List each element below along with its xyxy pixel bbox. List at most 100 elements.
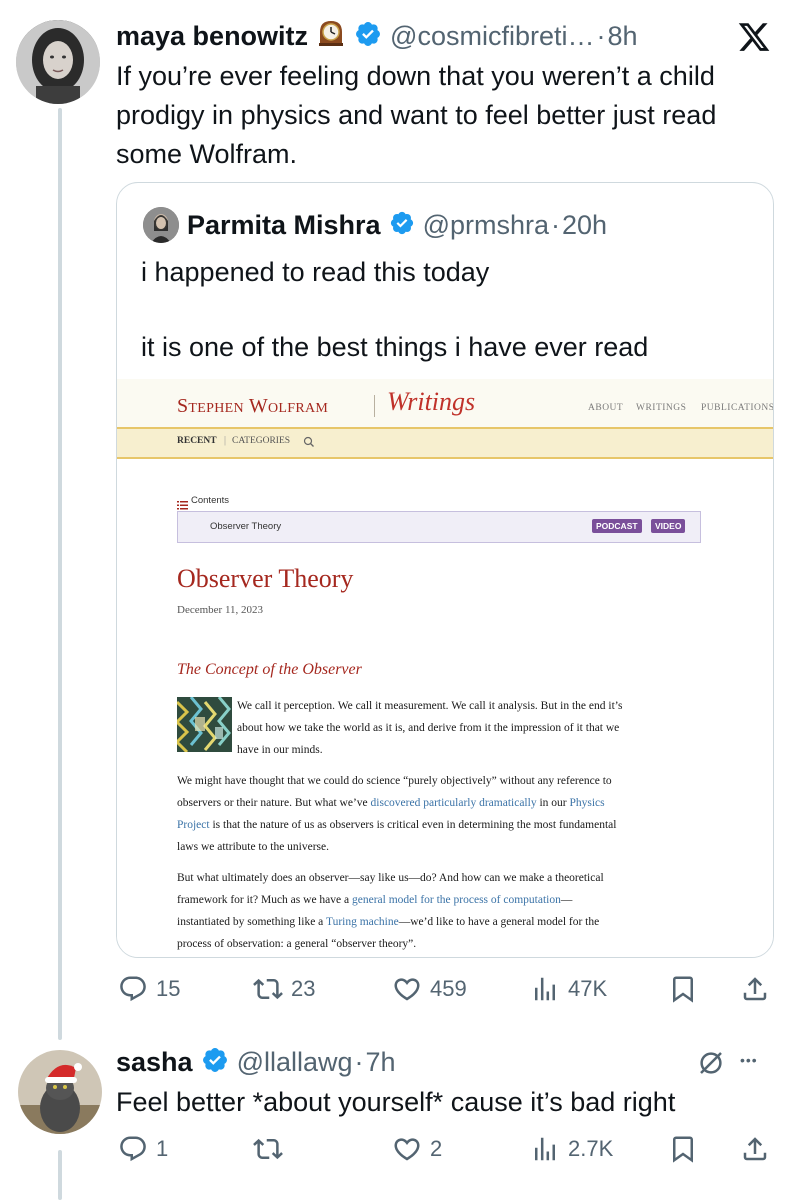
- subnav-divider: |: [224, 435, 227, 446]
- paragraph-1-line-1: We call it perception. We call it measur…: [237, 700, 623, 712]
- paragraph-2-line-2: observers or their nature. But what we’v…: [177, 793, 605, 815]
- contents-label[interactable]: Contents: [191, 495, 229, 506]
- views-button[interactable]: 47K: [530, 974, 607, 1004]
- reply-author-name[interactable]: sasha: [116, 1047, 193, 1078]
- p2-text-b: in our: [536, 797, 570, 809]
- reply-retweet-button[interactable]: [253, 1134, 291, 1164]
- paragraph-3-line-1: But what ultimately does an observer—say…: [177, 872, 604, 884]
- p3-text-b: —: [560, 894, 573, 906]
- reply-reply-count: 1: [156, 1136, 169, 1161]
- article-title: Observer Theory: [177, 564, 354, 593]
- wolfram-site-header: Stephen Wolfram Writings About Writings …: [117, 379, 773, 427]
- reply-header: sasha @llallawg · 7h: [116, 1042, 396, 1082]
- physics-link[interactable]: Physics: [569, 797, 604, 809]
- dot-separator: ·: [551, 209, 561, 240]
- paragraph-3-line-4: process of observation: a general “obser…: [177, 938, 417, 950]
- quote-avatar[interactable]: [143, 207, 179, 243]
- avatar[interactable]: [16, 20, 100, 104]
- site-name[interactable]: Stephen Wolfram: [177, 395, 328, 418]
- tweet-time[interactable]: 8h: [608, 21, 638, 52]
- subnav-categories[interactable]: CATEGORIES: [232, 436, 290, 446]
- retweet-count: 23: [291, 976, 316, 1001]
- discovered-link[interactable]: discovered particularly dramatically: [371, 797, 537, 809]
- like-button[interactable]: 459: [392, 974, 467, 1004]
- paragraph-1-line-2: about how we take the world as it is, an…: [237, 722, 620, 734]
- reply-text: Feel better *about yourself* cause it’s …: [116, 1087, 676, 1117]
- like-count: 459: [430, 976, 467, 1001]
- reply-views-count: 2.7K: [568, 1136, 614, 1161]
- p2-text-a: observers or their nature. But what we’v…: [177, 797, 371, 809]
- reply-bookmark-button[interactable]: [668, 1134, 698, 1164]
- retweet-button[interactable]: 23: [253, 974, 315, 1004]
- bookmark-icon: [673, 976, 693, 1003]
- turing-machine-link[interactable]: Turing machine: [326, 916, 399, 928]
- thread-line-top: [58, 108, 62, 1040]
- author-name[interactable]: maya benowitz: [116, 21, 308, 52]
- reply-button[interactable]: 15: [118, 974, 180, 1004]
- avatar-portrait: [16, 20, 100, 104]
- share-icon: [743, 1137, 767, 1161]
- subnav-recent[interactable]: RECENT: [177, 436, 217, 446]
- podcast-badge[interactable]: PODCAST: [592, 519, 642, 533]
- paragraph-2-line-1: We might have thought that we could do s…: [177, 775, 612, 787]
- paragraph-3-line-2: framework for it? Much as we have a gene…: [177, 890, 572, 912]
- share-icon: [743, 977, 767, 1001]
- nav-publications[interactable]: Publications: [701, 403, 773, 413]
- reply-avatar[interactable]: [18, 1050, 102, 1134]
- reply-icon: [120, 1136, 146, 1162]
- clock-emoji-icon: [316, 18, 346, 55]
- verified-badge-icon: [389, 210, 415, 241]
- quote-time[interactable]: 20h: [562, 210, 607, 241]
- bookmark-button[interactable]: [668, 974, 698, 1004]
- reply-count: 15: [156, 976, 181, 1001]
- verified-badge-icon: [354, 20, 382, 53]
- nav-about[interactable]: About: [588, 403, 623, 413]
- reply-views-button[interactable]: 2.7K: [530, 1134, 613, 1164]
- quote-author-handle[interactable]: @prmshra: [423, 210, 549, 241]
- verified-badge-icon: [201, 1046, 229, 1079]
- paragraph-2-line-4: laws we attribute to the universe.: [177, 841, 330, 853]
- paragraph-2-line-3: Project is that the nature of us as obse…: [177, 815, 616, 837]
- share-button[interactable]: [740, 974, 770, 1004]
- dot-separator: ·: [354, 1046, 364, 1077]
- site-section-logo[interactable]: Writings: [387, 387, 475, 417]
- reply-icon: [120, 976, 146, 1002]
- quote-text-line-2: it is one of the best things i have ever…: [141, 332, 649, 362]
- views-icon: [535, 1137, 555, 1161]
- computation-link[interactable]: general model for the process of computa…: [352, 894, 561, 906]
- quote-author-name[interactable]: Parmita Mishra: [187, 210, 381, 241]
- reply-share-button[interactable]: [740, 1134, 770, 1164]
- more-options-icon[interactable]: •••: [740, 1052, 758, 1068]
- p2-text-c: is that the nature of us as observers is…: [209, 819, 617, 831]
- contents-item[interactable]: Observer Theory: [210, 521, 281, 532]
- thread-line-bottom: [58, 1150, 62, 1200]
- nav-writings[interactable]: Writings: [636, 403, 686, 413]
- article-thumbnail[interactable]: [177, 697, 232, 752]
- section-heading: The Concept of the Observer: [177, 661, 362, 678]
- reply-like-count: 2: [430, 1136, 443, 1161]
- reply-time[interactable]: 7h: [366, 1047, 396, 1078]
- tweet-text: If you’re ever feeling down that you wer…: [116, 61, 717, 169]
- quoted-tweet[interactable]: Parmita Mishra @prmshra · 20h i happened t…: [116, 182, 774, 958]
- author-handle[interactable]: @cosmicfibreti…: [390, 21, 594, 52]
- contents-bar[interactable]: Observer Theory PODCAST VIDEO: [177, 511, 701, 543]
- article-date: December 11, 2023: [177, 604, 264, 616]
- grok-icon[interactable]: [696, 1048, 726, 1078]
- reply-author-handle[interactable]: @llallawg: [237, 1047, 353, 1078]
- heart-icon: [394, 978, 420, 1001]
- reply-reply-button[interactable]: 1: [118, 1134, 168, 1164]
- dot-separator: ·: [596, 20, 606, 51]
- video-badge[interactable]: VIDEO: [651, 519, 686, 533]
- paragraph-1-line-3: have in our minds.: [237, 744, 323, 756]
- quote-text-line-1: i happened to read this today: [141, 257, 490, 287]
- search-icon[interactable]: [303, 435, 315, 453]
- wolfram-subnav: RECENT | CATEGORIES: [117, 427, 773, 459]
- tweet-header: maya benowitz @cosmicfibreti… · 8h: [116, 16, 638, 56]
- x-logo-icon[interactable]: [736, 20, 772, 54]
- reply-like-button[interactable]: 2: [392, 1134, 442, 1164]
- project-link[interactable]: Project: [177, 819, 210, 831]
- views-count: 47K: [568, 976, 608, 1001]
- paragraph-3-line-3: instantiated by something like a Turing …: [177, 912, 599, 934]
- p3-text-c: instantiated by something like a: [177, 916, 326, 928]
- article-screenshot[interactable]: Stephen Wolfram Writings About Writings …: [117, 379, 773, 957]
